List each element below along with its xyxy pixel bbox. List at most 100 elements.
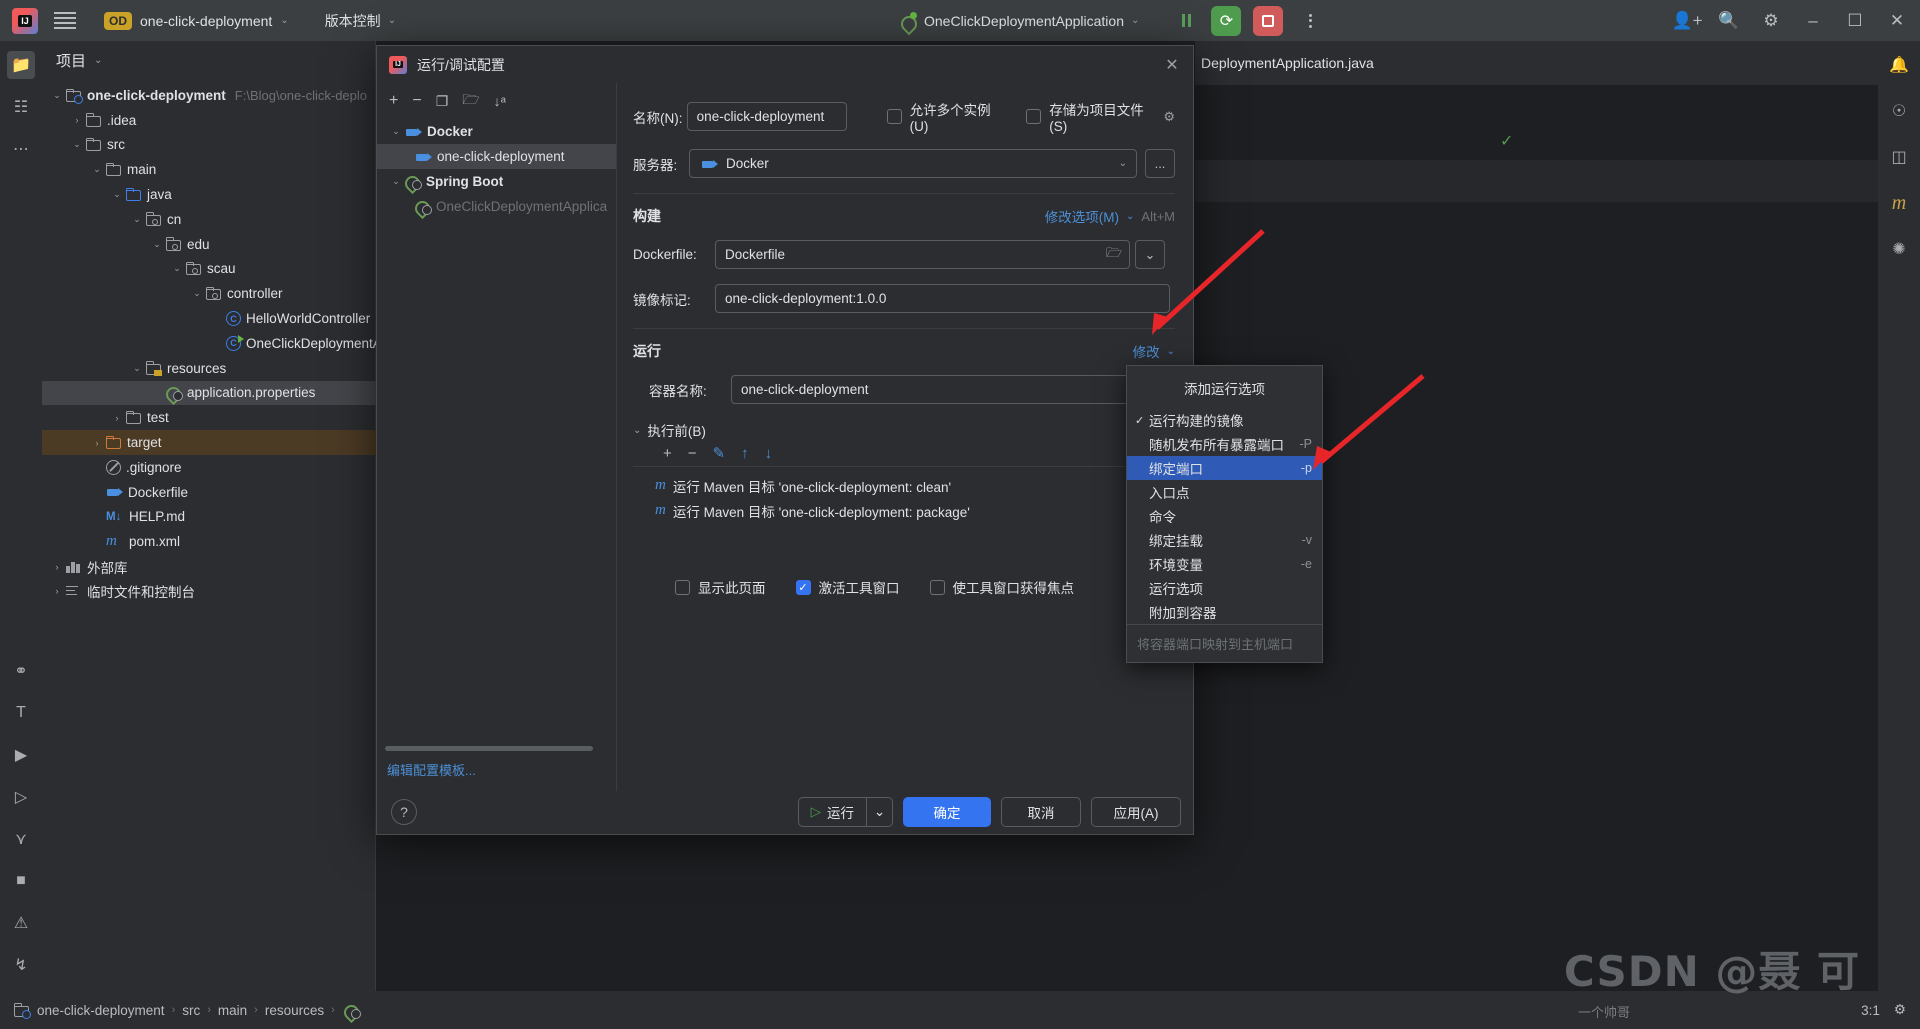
pause-icon[interactable] xyxy=(1173,8,1199,34)
add-configuration-icon[interactable]: + xyxy=(389,92,398,110)
stop-icon[interactable] xyxy=(1253,5,1284,36)
before-launch-task[interactable]: m 运行 Maven 目标 'one-click-deployment: clea… xyxy=(655,473,1175,498)
breadcrumb[interactable]: one-click-deployment › src › main › resources › xyxy=(12,1003,361,1019)
server-combobox[interactable]: Docker ⌄ xyxy=(689,149,1137,178)
tree-node-oneclickdeploymentap[interactable]: ›COneClickDeploymentAp xyxy=(42,331,376,356)
rail-terminal-icon[interactable]: ■ xyxy=(7,867,35,895)
collapse-arrow-icon[interactable]: ⌄ xyxy=(150,239,164,250)
remove-configuration-icon[interactable]: − xyxy=(412,92,421,110)
popup-item-3[interactable]: 入口点 xyxy=(1127,480,1322,504)
expand-arrow-icon[interactable]: › xyxy=(70,115,84,125)
rail-problems-icon[interactable]: ⚠ xyxy=(7,909,35,937)
popup-item-5[interactable]: 绑定挂载 -v xyxy=(1127,528,1322,552)
cancel-button[interactable]: 取消 xyxy=(1001,796,1081,827)
collapse-arrow-icon[interactable]: ⌄ xyxy=(389,126,403,137)
popup-item-0[interactable]: ✓ 运行构建的镜像 xyxy=(1127,408,1322,432)
rail-plugins-icon[interactable]: ✺ xyxy=(1885,235,1913,263)
tree-node-target[interactable]: › target xyxy=(42,430,376,455)
dockerfile-history-dropdown[interactable]: ⌄ xyxy=(1135,240,1165,269)
status-icon[interactable]: ⚙ xyxy=(1894,1002,1906,1018)
edit-templates-link[interactable]: 编辑配置模板... xyxy=(387,760,476,779)
remove-task-icon[interactable]: − xyxy=(688,445,697,462)
more-vertical-icon[interactable] xyxy=(1299,13,1321,28)
run-configuration-selector[interactable]: OneClickDeploymentApplication ⌄ xyxy=(900,12,1139,29)
collapse-arrow-icon[interactable]: ⌄ xyxy=(170,263,184,274)
popup-item-2[interactable]: 绑定端口 -p xyxy=(1127,456,1322,480)
tree-node-scau[interactable]: ⌄ scau xyxy=(42,257,376,282)
collapse-arrow-icon[interactable]: ⌄ xyxy=(70,139,84,150)
before-launch-task-list[interactable]: m 运行 Maven 目标 'one-click-deployment: clea… xyxy=(655,467,1175,523)
chevron-down-icon[interactable]: ⌄ xyxy=(94,55,102,66)
popup-menu-items[interactable]: ✓ 运行构建的镜像 随机发布所有暴露端口 -P 绑定端口 -p 入口点 命令 绑定挂载 -v 环境变… xyxy=(1127,408,1322,624)
project-tree[interactable]: ⌄ one-click-deployment F:\Blog\one-click-d… xyxy=(42,83,376,983)
rail-git-branch-icon[interactable]: ⋎ xyxy=(7,825,35,853)
rail-more-tools-icon[interactable]: ⋯ xyxy=(7,135,35,163)
tree-node--idea[interactable]: › .idea xyxy=(42,108,376,133)
modify-run-options-link[interactable]: 修改 xyxy=(1133,341,1160,361)
tree-node-src[interactable]: ⌄ src xyxy=(42,133,376,158)
expand-arrow-icon[interactable]: › xyxy=(90,438,104,448)
tree-node-help-md[interactable]: ›M↓HELP.md xyxy=(42,505,376,530)
edit-task-icon[interactable]: ✎ xyxy=(713,444,726,462)
before-launch-task[interactable]: m 运行 Maven 目标 'one-click-deployment: pack… xyxy=(655,498,1175,523)
rail-project-folder-icon[interactable]: 📁 xyxy=(7,51,35,79)
rail-database-icon[interactable]: ◫ xyxy=(1885,143,1913,171)
popup-item-7[interactable]: 运行选项 xyxy=(1127,576,1322,600)
search-icon[interactable]: 🔍 xyxy=(1710,2,1748,40)
expand-arrow-icon[interactable]: › xyxy=(50,562,64,572)
tree-node-main[interactable]: ⌄ main xyxy=(42,157,376,182)
collapse-arrow-icon[interactable]: ⌄ xyxy=(130,363,144,374)
container-name-input[interactable]: one-click-deployment xyxy=(731,375,1171,404)
move-task-up-icon[interactable]: ↑ xyxy=(741,445,749,462)
popup-item-8[interactable]: 附加到容器 xyxy=(1127,600,1322,624)
focus-tool-window-checkbox[interactable] xyxy=(929,579,945,595)
tree-node-one-click-deployment[interactable]: ⌄ one-click-deployment F:\Blog\one-click-d… xyxy=(42,83,376,108)
copy-configuration-icon[interactable]: ❐ xyxy=(436,93,449,110)
tree-node-pom-xml[interactable]: ›mpom.xml xyxy=(42,529,376,554)
tree-node-java[interactable]: ⌄ java xyxy=(42,182,376,207)
rerun-with-settings-icon[interactable]: ⟳ xyxy=(1211,5,1242,36)
tree-node-application-properties[interactable]: ›application.properties xyxy=(42,380,376,406)
move-task-down-icon[interactable]: ↓ xyxy=(765,445,773,462)
store-as-project-file-checkbox[interactable] xyxy=(1026,109,1042,124)
gear-icon[interactable]: ⚙ xyxy=(1163,109,1175,125)
expand-arrow-icon[interactable]: › xyxy=(50,586,64,596)
rail-git-history-icon[interactable]: ↯ xyxy=(7,951,35,979)
server-browse-button[interactable]: ... xyxy=(1145,149,1175,178)
rail-run-icon[interactable]: ▷ xyxy=(7,783,35,811)
collapse-arrow-icon[interactable]: ⌄ xyxy=(190,288,204,299)
version-control-menu[interactable]: 版本控制 ⌄ xyxy=(325,11,396,31)
breadcrumb-item[interactable]: one-click-deployment xyxy=(37,1003,165,1018)
folder-browse-icon[interactable]: 🗁 xyxy=(1099,240,1129,269)
tree-node-dockerfile[interactable]: ›Dockerfile xyxy=(42,480,376,505)
add-task-icon[interactable]: + xyxy=(663,445,672,462)
configurations-horizontal-scrollbar[interactable] xyxy=(385,746,593,751)
config-node-oneclickdeploymentapplica[interactable]: OneClickDeploymentApplica xyxy=(377,194,616,219)
tree-node-controller[interactable]: ⌄ controller xyxy=(42,281,376,306)
config-node-spring-boot[interactable]: ⌄ Spring Boot xyxy=(377,169,616,194)
rail-notifications-bell-icon[interactable]: 🔔 xyxy=(1885,51,1913,79)
dockerfile-input[interactable]: Dockerfile xyxy=(715,240,1130,269)
config-node-one-click-deployment[interactable]: one-click-deployment xyxy=(377,144,616,169)
tree-node-test[interactable]: › test xyxy=(42,405,376,430)
chevron-down-icon[interactable]: ⌄ xyxy=(1126,211,1134,222)
inspections-ok-icon[interactable]: ✓ xyxy=(1500,131,1513,151)
collapse-arrow-icon[interactable]: ⌄ xyxy=(50,90,64,101)
collapse-arrow-icon[interactable]: ⌄ xyxy=(389,176,403,187)
gear-icon[interactable]: ⚙ xyxy=(1752,2,1790,40)
rail-ai-assistant-icon[interactable]: ☉ xyxy=(1885,97,1913,125)
tree-node--[interactable]: › 外部库 xyxy=(42,554,376,579)
hamburger-menu-icon[interactable] xyxy=(54,12,76,29)
tree-node--gitignore[interactable]: ›.gitignore xyxy=(42,455,376,480)
configuration-tree[interactable]: ⌄ Docker one-click-deployment ⌄ Spring Boot O… xyxy=(377,119,616,219)
image-tag-input[interactable]: one-click-deployment:1.0.0 xyxy=(715,284,1170,313)
chevron-down-icon[interactable]: ⌄ xyxy=(633,425,641,436)
popup-item-6[interactable]: 环境变量 -e xyxy=(1127,552,1322,576)
breadcrumb-item[interactable]: resources xyxy=(265,1003,324,1018)
modify-options-link[interactable]: 修改选项(M) xyxy=(1045,206,1119,226)
rail-services-icon[interactable]: ▶ xyxy=(7,741,35,769)
sort-alphabetically-icon[interactable]: ↓ᵃ xyxy=(494,93,506,109)
help-icon[interactable]: ? xyxy=(391,798,417,825)
tree-node-helloworldcontroller[interactable]: ›CHelloWorldController xyxy=(42,306,376,331)
activate-tool-window-checkbox[interactable]: ✓ xyxy=(795,579,811,595)
